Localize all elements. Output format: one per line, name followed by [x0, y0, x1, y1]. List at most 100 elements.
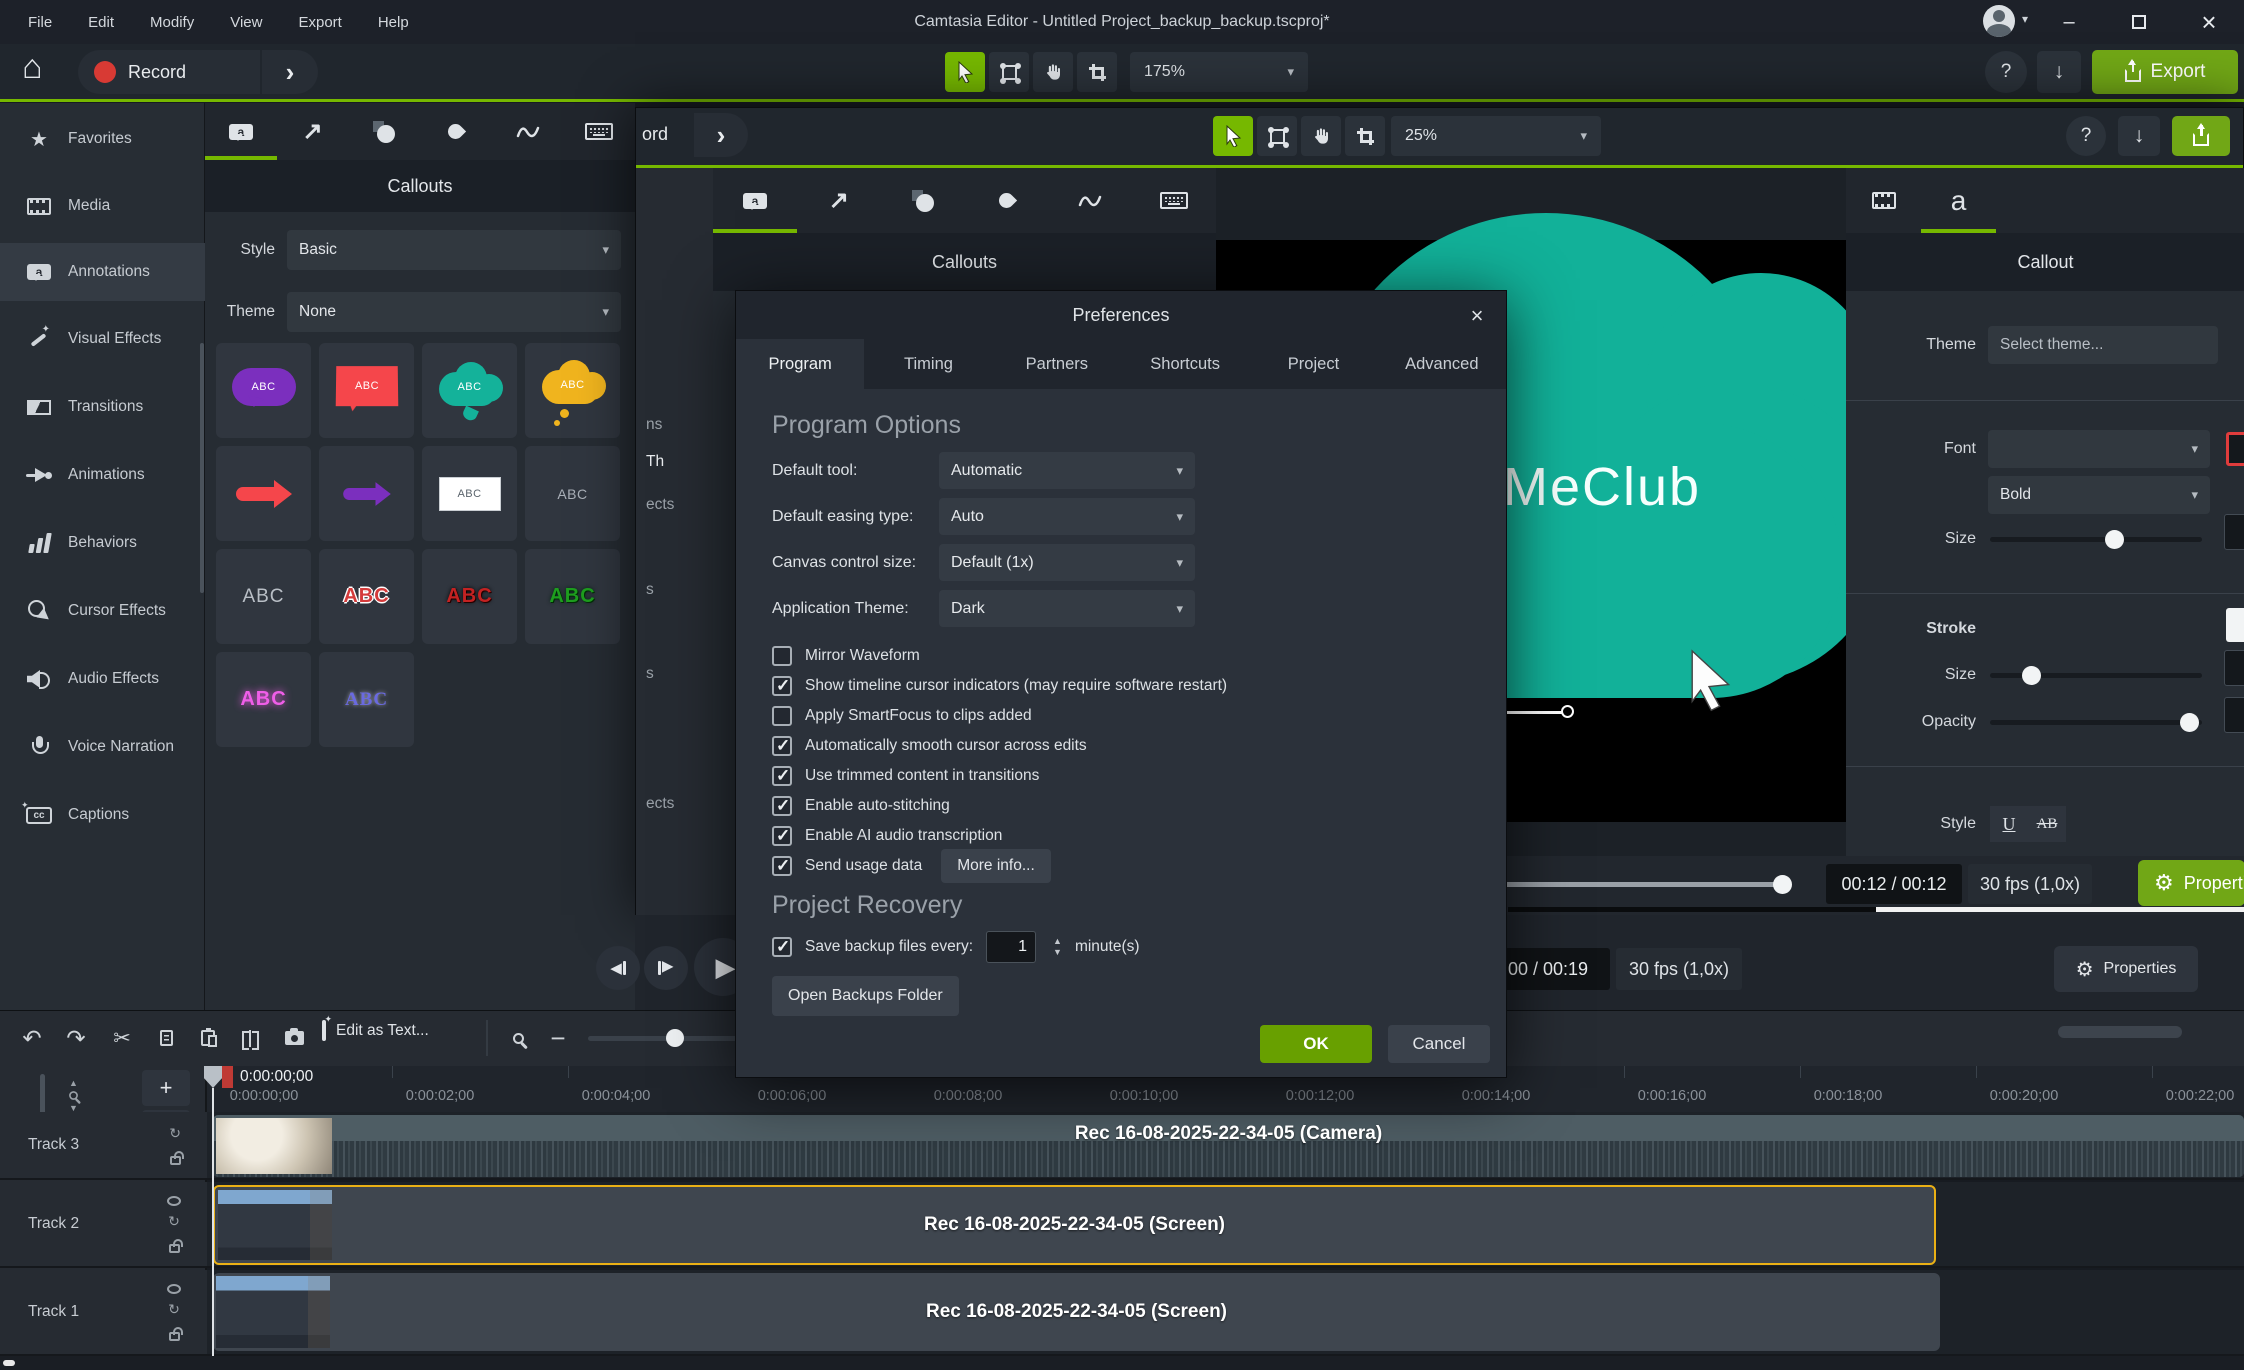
checkbox-smooth-cursor[interactable]	[772, 736, 792, 756]
sidebar-item-animations[interactable]: Animations	[0, 447, 205, 503]
playhead-line[interactable]	[212, 1088, 214, 1356]
track2-clip-selected[interactable]: Rec 16-08-2025-22-34-05 (Screen)	[213, 1185, 1936, 1265]
lock-icon[interactable]	[169, 1332, 180, 1341]
slider-knob[interactable]	[2022, 666, 2041, 685]
timeline-scroll-nub[interactable]	[3, 1360, 15, 1366]
w2-stroke-size-slider[interactable]	[1990, 673, 2202, 678]
checkbox-usage-data[interactable]	[772, 856, 792, 876]
w2-share-button[interactable]	[2172, 116, 2230, 156]
tab-shapes[interactable]	[348, 103, 420, 160]
open-backups-folder-button[interactable]: Open Backups Folder	[772, 976, 959, 1016]
w2-pan-tool-button[interactable]	[1301, 116, 1341, 156]
sidebar-item-transitions[interactable]: Transitions	[0, 379, 205, 435]
tab-timing[interactable]: Timing	[864, 339, 992, 389]
export-button[interactable]: Export	[2092, 50, 2238, 94]
application-theme-dropdown[interactable]: Dark▾	[939, 590, 1195, 627]
w2-stroke-size-field[interactable]	[2224, 650, 2244, 686]
w2-tab-sketch[interactable]	[1048, 168, 1132, 233]
tab-project[interactable]: Project	[1249, 339, 1377, 389]
callout-dark-red-text[interactable]: ABC	[422, 549, 517, 644]
w2-opacity-field[interactable]	[2224, 697, 2244, 733]
backup-minutes-stepper[interactable]: ▲▼	[1053, 937, 1062, 957]
w2-properties-button[interactable]: ⚙ Properties	[2138, 860, 2244, 906]
checkbox-trimmed-content[interactable]	[772, 766, 792, 786]
slider-knob[interactable]	[2105, 530, 2124, 549]
more-info-button[interactable]: More info...	[941, 849, 1051, 883]
w2-crop-tool-button[interactable]	[1345, 116, 1385, 156]
checkbox-mirror-waveform[interactable]	[772, 646, 792, 666]
default-easing-dropdown[interactable]: Auto▾	[939, 498, 1195, 535]
home-icon[interactable]: ⌂	[22, 48, 43, 87]
properties-button[interactable]: ⚙ Properties	[2054, 946, 2198, 992]
step-forward-button[interactable]: ◀	[644, 946, 688, 990]
sidebar-item-behaviors[interactable]: Behaviors	[0, 515, 205, 571]
callout-red-arrow[interactable]	[216, 446, 311, 541]
w2-theme-dropdown[interactable]: Select theme...	[1988, 326, 2218, 364]
w2-props-tab-media[interactable]	[1846, 168, 1921, 233]
w2-props-tab-text[interactable]: a	[1921, 168, 1996, 233]
w2-font-size-field[interactable]	[2224, 514, 2244, 550]
callout-white-text-box[interactable]: ABC	[422, 446, 517, 541]
w2-font-size-slider[interactable]	[1990, 537, 2202, 542]
ok-button[interactable]: OK	[1260, 1025, 1372, 1063]
callout-purple-bubble[interactable]: ABC	[216, 343, 311, 438]
w2-select-tool-button[interactable]	[1213, 116, 1253, 156]
w2-scrollbar-track[interactable]	[1508, 907, 1876, 912]
checkbox-smartfocus[interactable]	[772, 706, 792, 726]
callout-gray-text[interactable]: ABC	[216, 549, 311, 644]
crop-tool-button[interactable]	[1077, 52, 1117, 92]
strikethrough-button[interactable]: AB	[2028, 806, 2066, 842]
slider-knob[interactable]	[2180, 713, 2199, 732]
callout-green-text[interactable]: ABC	[525, 549, 620, 644]
w2-transform-tool-button[interactable]	[1257, 116, 1297, 156]
loop-icon[interactable]: ↻	[169, 1125, 181, 1142]
callout-teal-cloud[interactable]: ABC	[422, 343, 517, 438]
underline-button[interactable]: U	[1990, 806, 2028, 842]
cut-button[interactable]: ✂	[104, 1020, 140, 1056]
sidebar-scrollbar[interactable]	[200, 343, 204, 593]
checkbox-timeline-cursor-indicators[interactable]	[772, 676, 792, 696]
track2-header[interactable]: Track 2 ↻	[0, 1182, 207, 1268]
cancel-button[interactable]: Cancel	[1388, 1025, 1490, 1063]
lock-icon[interactable]	[169, 1244, 180, 1253]
select-tool-button[interactable]	[945, 52, 985, 92]
download-button[interactable]: ↓	[2037, 51, 2081, 93]
checkbox-ai-transcription[interactable]	[772, 826, 792, 846]
tab-shortcuts[interactable]: Shortcuts	[1121, 339, 1249, 389]
playhead-red-handle[interactable]	[222, 1066, 233, 1088]
w2-record-options-button[interactable]: ›	[694, 113, 748, 157]
split-button[interactable]	[232, 1020, 268, 1056]
callout-yellow-thought-cloud[interactable]: ABC	[525, 343, 620, 438]
redo-button[interactable]: ↷	[58, 1020, 94, 1056]
callout-pink-glow-text[interactable]: ABC	[216, 652, 311, 747]
sidebar-item-media[interactable]: Media	[0, 178, 205, 234]
add-track-button[interactable]: +	[142, 1070, 190, 1106]
transform-tool-button[interactable]	[989, 52, 1029, 92]
sidebar-item-voice-narration[interactable]: Voice Narration	[0, 719, 205, 775]
sidebar-item-annotations[interactable]: aAnnotations	[0, 243, 205, 301]
callout-blue-outline-text[interactable]: ABC	[319, 652, 414, 747]
w2-opacity-slider[interactable]	[1990, 720, 2202, 725]
w2-canvas-zoom-dropdown[interactable]: 25% ▾	[1391, 116, 1601, 156]
canvas-zoom-dropdown[interactable]: 175% ▾	[1130, 52, 1308, 92]
loop-icon[interactable]: ↻	[168, 1213, 180, 1230]
tab-arrows[interactable]: ↗	[277, 103, 349, 160]
callout-red-speech[interactable]: ABC	[319, 343, 414, 438]
minimize-button[interactable]: –	[2046, 0, 2092, 44]
w2-seek-slider[interactable]	[1501, 882, 1791, 887]
w2-tab-shapes[interactable]	[881, 168, 965, 233]
avatar[interactable]	[1983, 5, 2015, 37]
undo-button[interactable]: ↶	[14, 1020, 50, 1056]
step-back-button[interactable]: ◀	[596, 946, 640, 990]
record-options-button[interactable]: ›	[262, 50, 318, 94]
snapshot-button[interactable]	[276, 1020, 312, 1056]
eye-icon[interactable]	[167, 1196, 181, 1206]
pan-tool-button[interactable]	[1033, 52, 1073, 92]
sidebar-item-visual-effects[interactable]: Visual Effects	[0, 311, 205, 367]
eye-icon[interactable]	[167, 1284, 181, 1294]
callout-red-outline-text[interactable]: ABC	[319, 549, 414, 644]
w2-help-button[interactable]: ?	[2066, 116, 2106, 156]
tab-partners[interactable]: Partners	[993, 339, 1121, 389]
tab-blur[interactable]	[420, 103, 492, 160]
w2-record-label-fragment[interactable]: ord	[642, 124, 668, 145]
